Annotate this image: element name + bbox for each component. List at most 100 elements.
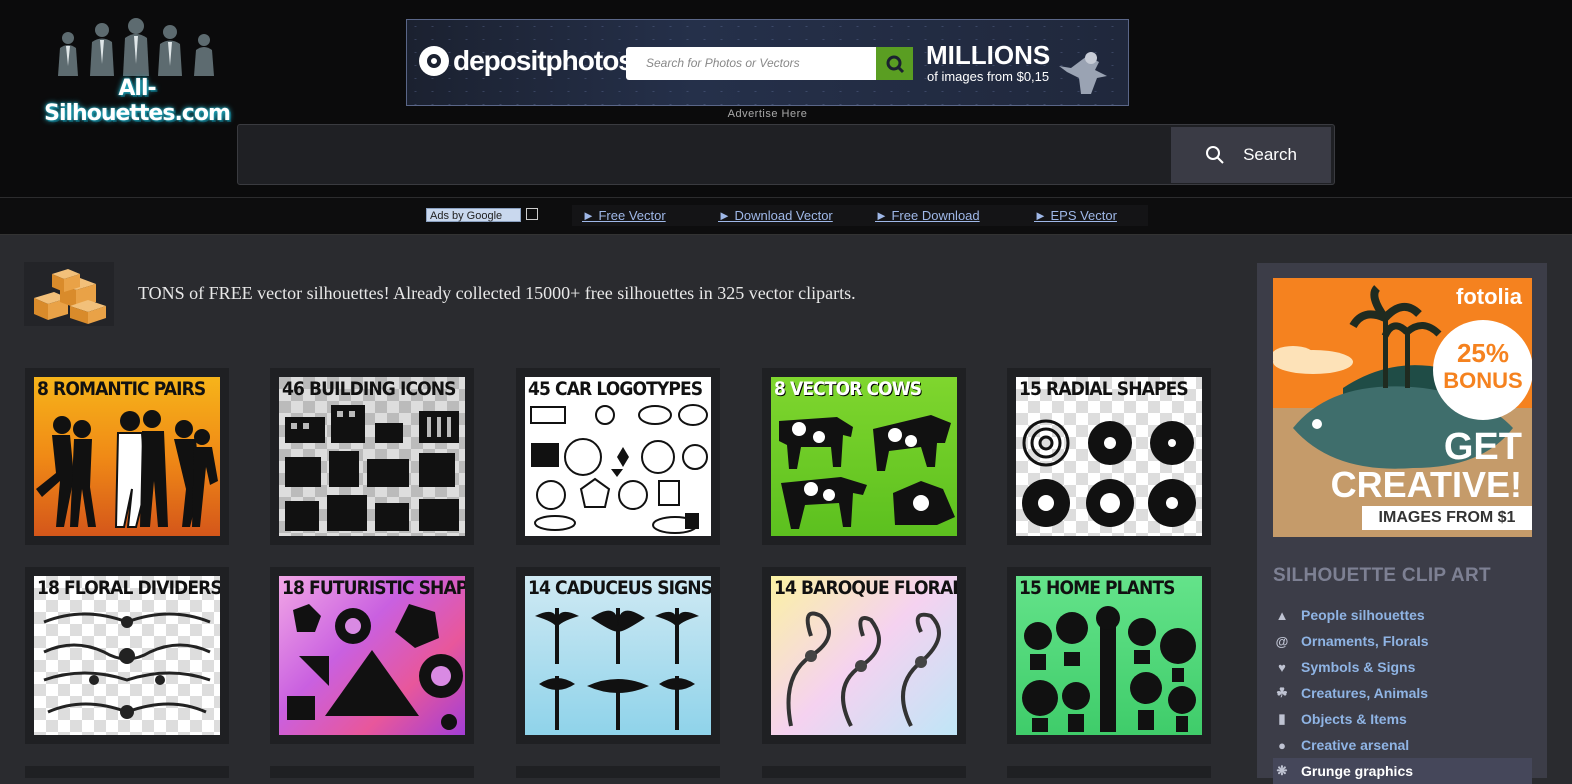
ads-by-google-label[interactable]: Ads by Google <box>426 208 521 222</box>
sidebar-item-creative[interactable]: ● Creative arsenal <box>1273 732 1532 758</box>
tile-title: 15 RADIAL SHAPES <box>1019 378 1189 400</box>
site-logo[interactable]: All-Silhouettes.com <box>26 16 248 126</box>
ad-links-bar: Ads by Google ► Free Vector ► Download V… <box>0 198 1572 235</box>
depositphotos-logo: depositphotos <box>419 45 634 77</box>
tile-thumbnail[interactable]: 8 VECTOR COWS <box>771 377 957 536</box>
banner-headline: MILLIONS <box>926 40 1051 70</box>
sidebar-item-creatures[interactable]: ☘ Creatures, Animals <box>1273 680 1532 706</box>
swirl-icon: @ <box>1275 633 1289 649</box>
banner-search-button[interactable] <box>876 47 913 80</box>
fotolia-logo: fotolia <box>1456 284 1522 309</box>
sidebar: fotolia 25% BONUS GET CREATIVE! IMAGES F… <box>1257 263 1547 784</box>
search-button-label: Search <box>1243 145 1297 164</box>
clipart-tile[interactable]: 14 CADUCEUS SIGNS <box>516 567 720 744</box>
tile-thumbnail[interactable]: 18 FLORAL DIVIDERS <box>34 576 220 735</box>
tile-thumbnail[interactable]: 18 FUTURISTIC SHAPES <box>279 576 465 735</box>
fotolia-badge-percent: 25% <box>1456 338 1510 368</box>
tile-title: 18 FUTURISTIC SHAPES <box>282 577 465 599</box>
floral-dividers-graphic <box>43 612 211 719</box>
clipart-tile[interactable]: 14 BAROQUE FLORAL <box>762 567 966 744</box>
site-search-bar: Search <box>237 124 1335 185</box>
tile-thumbnail[interactable]: 15 HOME PLANTS <box>1016 576 1202 735</box>
fotolia-banner-ad[interactable]: fotolia 25% BONUS GET CREATIVE! IMAGES F… <box>1273 278 1532 537</box>
external-link-icon[interactable] <box>526 208 538 220</box>
radial-shapes-graphic <box>1022 419 1196 527</box>
tile-title: 8 ROMANTIC PAIRS <box>37 378 206 400</box>
sidebar-item-label: Creative arsenal <box>1301 737 1410 753</box>
caduceus-signs-graphic <box>535 608 699 730</box>
car-logotypes-graphic <box>530 404 708 534</box>
clipart-tile[interactable]: 8 ROMANTIC PAIRS <box>25 368 229 545</box>
sidebar-item-people[interactable]: ▲ People silhouettes <box>1273 602 1532 628</box>
vector-cows-graphic <box>779 415 955 529</box>
home-plants-graphic <box>1022 606 1196 732</box>
paw-icon: ☘ <box>1276 685 1288 700</box>
tile-title: 14 CADUCEUS SIGNS <box>528 577 711 599</box>
clipart-tile[interactable] <box>762 766 966 778</box>
ad-link-free-download[interactable]: ► Free Download <box>875 208 980 223</box>
sidebar-item-symbols[interactable]: ♥ Symbols & Signs <box>1273 654 1532 680</box>
banner-subline: of images from $0,15 <box>927 69 1050 84</box>
splatter-icon: ❋ <box>1276 763 1288 778</box>
depositphotos-banner-ad[interactable]: depositphotos Search for Photos or Vecto… <box>406 19 1129 106</box>
clipart-tile[interactable]: 46 BUILDING ICONS <box>270 368 474 545</box>
ad-link-free-vector[interactable]: ► Free Vector <box>582 208 666 223</box>
tile-title: 18 FLORAL DIVIDERS <box>37 577 220 599</box>
tile-thumbnail[interactable]: 14 BAROQUE FLORAL <box>771 576 957 735</box>
clipart-tile[interactable]: 8 VECTOR COWS <box>762 368 966 545</box>
clipart-tile[interactable] <box>25 766 229 778</box>
sidebar-item-ornaments[interactable]: @ Ornaments, Florals <box>1273 628 1532 654</box>
tile-thumbnail[interactable]: 15 RADIAL SHAPES <box>1016 377 1202 536</box>
person-icon: ▲ <box>1275 607 1289 623</box>
camera-icon <box>419 46 449 76</box>
boxes-icon <box>24 262 114 326</box>
tile-thumbnail[interactable]: 45 CAR LOGOTYPES <box>525 377 711 536</box>
search-icon <box>1206 146 1224 164</box>
search-button[interactable]: Search <box>1171 127 1331 183</box>
intro-text: TONS of FREE vector silhouettes! Already… <box>138 283 856 303</box>
ad-link-eps-vector[interactable]: ► EPS Vector <box>1034 208 1117 223</box>
fotolia-badge-word: BONUS <box>1443 368 1523 393</box>
clipart-tile[interactable] <box>270 766 474 778</box>
sidebar-item-label: Creatures, Animals <box>1301 685 1429 701</box>
baroque-floral-graphic <box>786 611 941 727</box>
clipart-tile[interactable]: 45 CAR LOGOTYPES <box>516 368 720 545</box>
futuristic-shapes-graphic <box>287 604 463 730</box>
clipart-tile[interactable] <box>516 766 720 778</box>
heart-icon: ♥ <box>1278 659 1286 675</box>
tile-thumbnail[interactable]: 14 CADUCEUS SIGNS <box>525 576 711 735</box>
sidebar-item-label: People silhouettes <box>1301 607 1425 623</box>
clipart-tile[interactable]: 15 RADIAL SHAPES <box>1007 368 1211 545</box>
ad-link-download-vector[interactable]: ► Download Vector <box>718 208 833 223</box>
sidebar-item-label: Symbols & Signs <box>1301 659 1416 675</box>
romantic-pairs-graphic <box>36 410 218 528</box>
site-header: All-Silhouettes.com depositphotos Search… <box>0 0 1572 198</box>
clipart-tile[interactable]: 18 FUTURISTIC SHAPES <box>270 567 474 744</box>
building-icons-graphic <box>285 405 459 531</box>
banner-search-field[interactable]: Search for Photos or Vectors <box>626 47 876 80</box>
sidebar-item-objects[interactable]: ▮ Objects & Items <box>1273 706 1532 732</box>
tile-title: 15 HOME PLANTS <box>1019 577 1176 599</box>
sidebar-item-grunge[interactable]: ❋ Grunge graphics <box>1273 758 1532 784</box>
clipart-tile[interactable]: 15 HOME PLANTS <box>1007 567 1211 744</box>
tile-title: 8 VECTOR COWS <box>774 378 922 400</box>
tile-title: 14 BAROQUE FLORAL <box>774 577 957 599</box>
tile-thumbnail[interactable]: 46 BUILDING ICONS <box>279 377 465 536</box>
tile-title: 45 CAR LOGOTYPES <box>528 378 703 400</box>
sidebar-item-label: Ornaments, Florals <box>1301 633 1429 649</box>
clipart-tile[interactable] <box>1007 766 1211 778</box>
site-search-input[interactable] <box>238 125 1170 184</box>
fotolia-price: IMAGES FROM $1 <box>1378 509 1516 526</box>
sidebar-item-label: Grunge graphics <box>1301 763 1414 779</box>
clipart-tile[interactable]: 18 FLORAL DIVIDERS <box>25 567 229 744</box>
search-icon <box>886 55 904 73</box>
tile-thumbnail[interactable]: 8 ROMANTIC PAIRS <box>34 377 220 536</box>
tile-title: 46 BUILDING ICONS <box>282 378 456 400</box>
bulb-icon: ● <box>1278 737 1286 753</box>
mug-icon: ▮ <box>1278 711 1286 726</box>
sidebar-item-label: Objects & Items <box>1301 711 1407 727</box>
fotolia-line1: GET <box>1443 426 1522 468</box>
pointing-mascot-graphic <box>1059 52 1107 94</box>
advertise-here-link[interactable]: Advertise Here <box>0 108 1535 120</box>
depositphotos-brand: depositphotos <box>453 45 634 76</box>
